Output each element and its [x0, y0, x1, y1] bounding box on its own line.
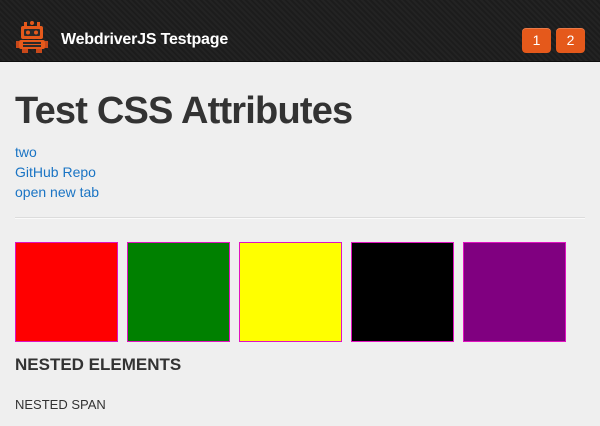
- purple-box: [463, 242, 566, 342]
- red-box: [15, 242, 118, 342]
- divider: [15, 217, 585, 219]
- top-navbar: WebdriverJS Testpage 1 2: [0, 0, 600, 62]
- yellow-box: [239, 242, 342, 342]
- nested-span: NESTED SPAN: [15, 397, 106, 412]
- black-box: [351, 242, 454, 342]
- nested-elements-heading: NESTED ELEMENTS: [15, 355, 182, 374]
- link-github-repo[interactable]: GitHub Repo: [15, 162, 99, 182]
- link-two[interactable]: two: [15, 142, 99, 162]
- page-title: Test CSS Attributes: [15, 90, 353, 132]
- nav-button-2[interactable]: 2: [556, 28, 585, 53]
- navbar-brand[interactable]: WebdriverJS Testpage: [61, 31, 228, 49]
- robot-logo-icon[interactable]: [15, 20, 49, 54]
- link-open-new-tab[interactable]: open new tab: [15, 182, 99, 202]
- link-list: two GitHub Repo open new tab: [15, 142, 99, 202]
- green-box: [127, 242, 230, 342]
- nav-button-1[interactable]: 1: [522, 28, 551, 53]
